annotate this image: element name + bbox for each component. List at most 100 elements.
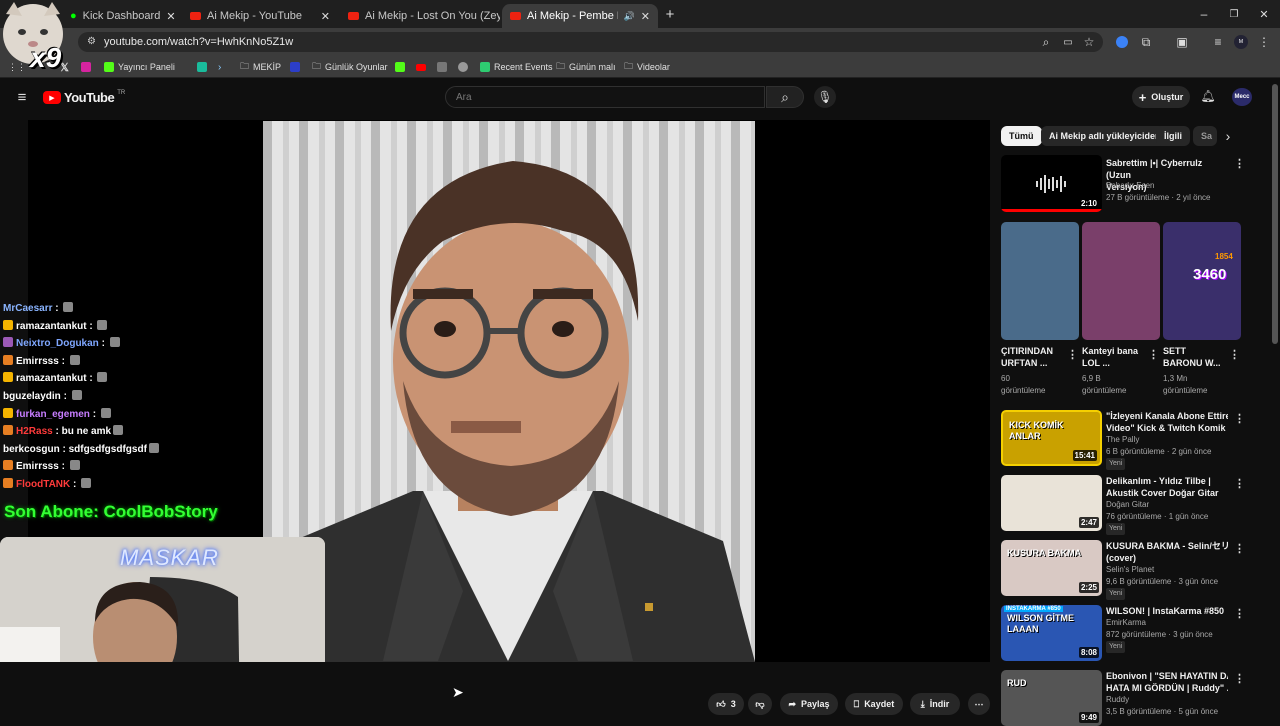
- more-options-icon[interactable]: ⋮: [1067, 348, 1078, 361]
- speaker-icon[interactable]: 🔊: [624, 11, 635, 22]
- chat-emote-icon: [109, 337, 120, 348]
- more-actions-button[interactable]: ⋯: [968, 693, 990, 715]
- video-title[interactable]: WILSON! | InstaKarma #850: [1106, 605, 1228, 617]
- chip-from-uploader[interactable]: Ai Mekip adlı yükleyiciden: [1041, 126, 1169, 146]
- kick-icon[interactable]: [395, 58, 405, 76]
- channel-name[interactable]: Ruddy: [1106, 694, 1129, 706]
- video-thumbnail[interactable]: RUD 9:49: [1001, 670, 1102, 726]
- channel-name[interactable]: The Pally: [1106, 434, 1139, 446]
- bookmark-icon-b[interactable]: ›: [218, 58, 221, 76]
- extensions-puzzle-icon[interactable]: ⧉: [1138, 34, 1154, 50]
- more-options-icon[interactable]: ⋮: [1234, 477, 1245, 490]
- youtube-logo[interactable]: ▶ YouTube TR: [43, 90, 125, 105]
- instagram-icon[interactable]: [81, 58, 91, 76]
- address-bar[interactable]: ⚙ youtube.com/watch?v=HwhKnNo5Z1w: [78, 32, 1103, 52]
- search-button[interactable]: ⌕: [766, 86, 804, 108]
- voice-search-button[interactable]: 🎙: [814, 86, 836, 108]
- account-avatar[interactable]: Mecc: [1232, 88, 1252, 106]
- short-thumbnail[interactable]: 3460 1854: [1163, 222, 1241, 340]
- video-title[interactable]: Ebonivon | "SEN HAYATIN DA HATA MI GÖRDÜN…: [1106, 670, 1228, 694]
- short-title[interactable]: ÇITIRINDAN URFTAN ...: [1001, 345, 1067, 369]
- channel-name[interactable]: Selin's Planet: [1106, 564, 1154, 576]
- bookmark-gunluk-oyunlar[interactable]: 🗀 Günlük Oyunlar: [312, 58, 388, 76]
- tab-kick-dashboard[interactable]: ● Kick Dashboard ✕: [62, 4, 182, 28]
- bookmark-yayinci-paneli[interactable]: Yayıncı Paneli: [104, 58, 175, 76]
- zoom-icon[interactable]: ⌕: [1038, 34, 1054, 50]
- more-options-icon[interactable]: ⋮: [1148, 348, 1159, 361]
- bookmark-mekip[interactable]: 🗀 MEKİP: [240, 58, 281, 76]
- share-button[interactable]: ➦ Paylaş: [780, 693, 838, 715]
- more-options-icon[interactable]: ⋮: [1234, 412, 1245, 425]
- site-info-icon[interactable]: ⚙: [87, 36, 96, 47]
- side-panel-icon[interactable]: ▣: [1174, 34, 1190, 50]
- more-options-icon[interactable]: ⋮: [1234, 542, 1245, 555]
- bookmark-recent-events[interactable]: Recent Events: [480, 58, 553, 76]
- tab-lost-on-you[interactable]: Ai Mekip - Lost On You (Zeyn)✕: [340, 4, 500, 28]
- reading-list-icon[interactable]: ≡: [1210, 34, 1226, 50]
- cast-icon[interactable]: ▭: [1060, 34, 1076, 50]
- search-icon: ⌕: [781, 88, 789, 105]
- bookmark-star-icon[interactable]: ☆: [1081, 34, 1097, 50]
- chat-separator: :: [58, 355, 68, 367]
- restore-button[interactable]: ❐: [1226, 6, 1242, 22]
- profile-avatar[interactable]: M: [1234, 35, 1248, 49]
- close-icon[interactable]: ✕: [641, 10, 650, 23]
- share-label: Paylaş: [801, 699, 830, 709]
- short-title[interactable]: Kanteyi bana LOL ...: [1082, 345, 1148, 369]
- extension-icon[interactable]: [1116, 36, 1128, 48]
- like-button[interactable]: 👍︎ 3: [708, 693, 744, 715]
- channel-name[interactable]: Doğan Gitar: [1106, 499, 1149, 511]
- more-options-icon[interactable]: ⋮: [1229, 348, 1240, 361]
- chip-partial[interactable]: Sa: [1193, 126, 1217, 146]
- more-options-icon[interactable]: ⋮: [1234, 607, 1245, 620]
- bookmark-videolar[interactable]: 🗀 Videolar: [624, 58, 670, 76]
- channel-name[interactable]: EmirKarma: [1106, 617, 1146, 629]
- chip-all[interactable]: Tümü: [1001, 126, 1042, 146]
- more-options-icon[interactable]: ⋮: [1234, 157, 1245, 170]
- video-thumbnail[interactable]: WILSON GİTME LAAAN INSTAKARMA #850 8:08: [1001, 605, 1102, 661]
- short-title[interactable]: SETT BARONU W...: [1163, 345, 1229, 369]
- save-button[interactable]: ⎕ Kaydet: [845, 693, 903, 715]
- bookmark-icon-a[interactable]: [197, 58, 207, 76]
- bookmark-icon-c[interactable]: [290, 58, 300, 76]
- short-thumbnail[interactable]: [1082, 222, 1160, 340]
- close-window-button[interactable]: ✕: [1256, 6, 1272, 22]
- video-thumbnail[interactable]: KUSURA BAKMA 2:25: [1001, 540, 1102, 596]
- video-title[interactable]: Delikanlım - Yıldız Tilbe | Akustik Cover…: [1106, 475, 1228, 499]
- page-scrollbar[interactable]: [1272, 84, 1278, 344]
- download-button[interactable]: ⤓ İndir: [910, 693, 960, 715]
- dislike-button[interactable]: 👎︎: [748, 693, 772, 715]
- minimize-button[interactable]: –: [1196, 6, 1212, 22]
- notifications-bell-icon[interactable]: 🔔︎: [1200, 88, 1216, 104]
- bookmark-gunun-mali[interactable]: 🗀 Günün malı: [556, 58, 616, 76]
- hamburger-menu-icon[interactable]: ≡: [14, 89, 30, 106]
- video-thumbnail[interactable]: KICK KOMİK ANLAR 15:41: [1001, 410, 1102, 466]
- video-title[interactable]: KUSURA BAKMA - Selin/セリン (cover): [1106, 540, 1228, 564]
- menu-dots-icon[interactable]: ⋮: [1258, 34, 1270, 50]
- tab-ai-mekip-youtube[interactable]: Ai Mekip - YouTube ✕: [182, 4, 338, 28]
- chip-related[interactable]: İlgili: [1156, 126, 1190, 146]
- more-options-icon[interactable]: ⋮: [1234, 672, 1245, 685]
- channel-name[interactable]: Bahadır Esen: [1106, 180, 1154, 192]
- video-thumbnail[interactable]: 2:10: [1001, 155, 1102, 212]
- video-title[interactable]: "İzleyeni Kanala Abone Ettiren Video" Kic…: [1106, 410, 1228, 434]
- create-button[interactable]: + Oluştur: [1132, 86, 1190, 108]
- bookmark-icon-d[interactable]: [437, 58, 447, 76]
- youtube-icon[interactable]: [416, 58, 426, 76]
- close-icon[interactable]: ✕: [166, 10, 175, 23]
- folder-icon: 🗀: [556, 61, 566, 71]
- chevron-right-icon[interactable]: ›: [1220, 128, 1236, 144]
- tab-pembe-mezarlik[interactable]: Ai Mekip - Pembe Mezarlık 🔊 ✕: [502, 4, 658, 28]
- chat-username: ramazantankut: [16, 320, 87, 332]
- chat-separator: :: [86, 373, 96, 385]
- search-input[interactable]: Ara: [445, 86, 765, 108]
- more-dots-icon: ⋯: [974, 698, 984, 709]
- bookmark-label: Videolar: [637, 62, 670, 72]
- short-views: 1,3 Mn görüntüleme: [1163, 373, 1207, 397]
- short-thumbnail[interactable]: [1001, 222, 1079, 340]
- close-icon[interactable]: ✕: [321, 10, 330, 23]
- bookmark-icon-e[interactable]: [458, 58, 468, 76]
- video-thumbnail[interactable]: 2:47: [1001, 475, 1102, 531]
- new-tab-button[interactable]: +: [662, 6, 678, 23]
- video-frame-portrait: [263, 121, 755, 662]
